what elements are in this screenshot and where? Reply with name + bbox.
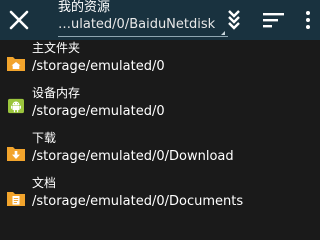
close-button[interactable] — [4, 4, 34, 36]
location-path: /storage/emulated/0 — [32, 59, 165, 74]
home-folder-icon — [7, 57, 25, 71]
path-selector[interactable]: 我的资源 …ulated/0/BaiduNetdisk — [58, 0, 230, 40]
current-path: …ulated/0/BaiduNetdisk — [58, 17, 216, 32]
close-icon — [9, 10, 29, 30]
documents-folder-icon — [7, 192, 25, 206]
location-item-download[interactable]: 下载 /storage/emulated/0/Download — [0, 130, 320, 175]
sort-button[interactable] — [262, 4, 286, 36]
location-item-home[interactable]: 主文件夹 /storage/emulated/0 — [0, 40, 320, 85]
location-item-documents[interactable]: 文档 /storage/emulated/0/Documents — [0, 175, 320, 220]
locations-list: 主文件夹 /storage/emulated/0 设备内存 /storage/e… — [0, 40, 320, 220]
android-device-icon — [8, 98, 24, 114]
path-underline — [58, 36, 228, 37]
toolbar-title: 我的资源 — [58, 0, 111, 15]
download-button[interactable] — [222, 4, 246, 36]
location-name: 下载 — [32, 131, 57, 145]
more-vertical-icon — [306, 11, 310, 29]
download-icon — [228, 10, 240, 30]
location-name: 设备内存 — [32, 86, 81, 100]
location-name: 文档 — [32, 176, 57, 190]
overflow-menu-button[interactable] — [300, 4, 316, 36]
sort-icon — [263, 13, 284, 28]
location-path: /storage/emulated/0/Documents — [32, 194, 244, 209]
location-name: 主文件夹 — [32, 41, 81, 55]
location-item-device-storage[interactable]: 设备内存 /storage/emulated/0 — [0, 85, 320, 130]
top-toolbar: 我的资源 …ulated/0/BaiduNetdisk — [0, 0, 320, 40]
file-browser-screen: 我的资源 …ulated/0/BaiduNetdisk 主文件夹 /storag… — [0, 0, 320, 220]
download-folder-icon — [7, 147, 25, 161]
location-path: /storage/emulated/0 — [32, 104, 165, 119]
location-path: /storage/emulated/0/Download — [32, 149, 234, 164]
